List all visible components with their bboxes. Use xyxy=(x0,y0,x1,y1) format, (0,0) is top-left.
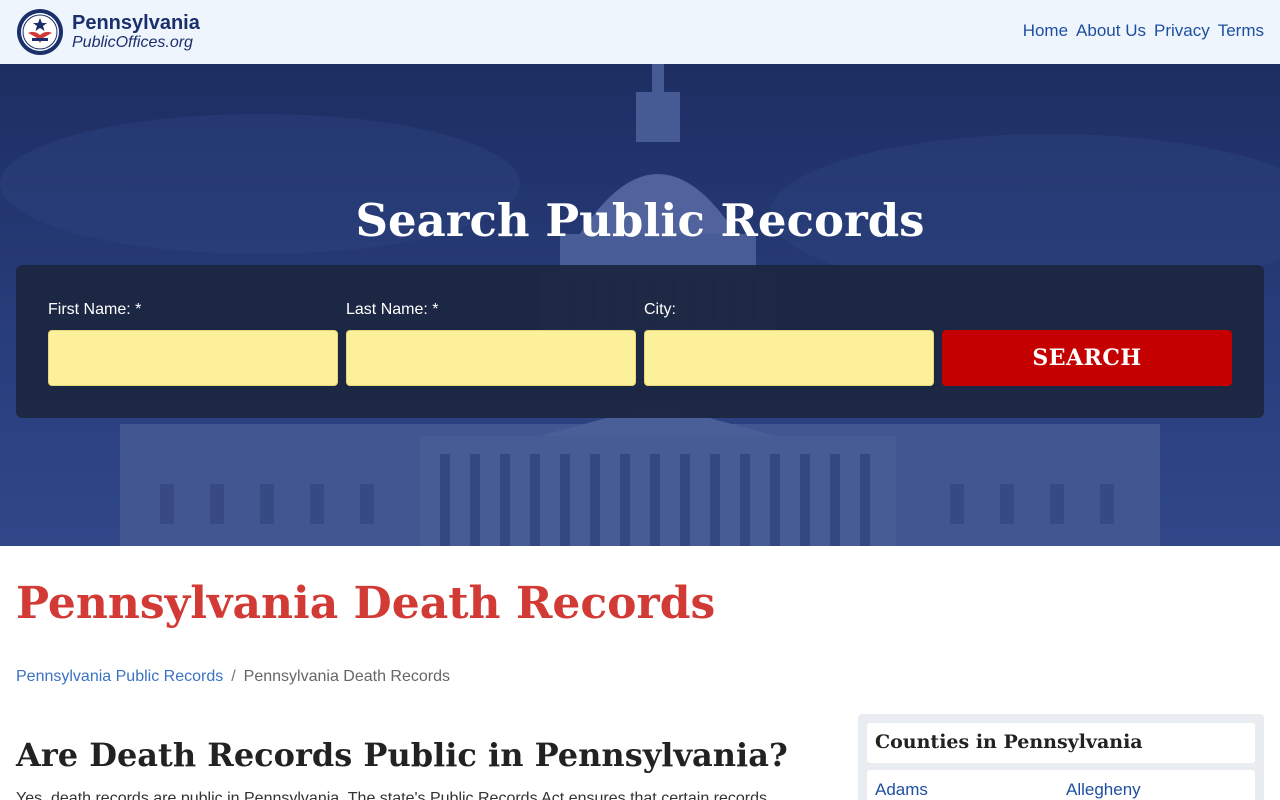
intro-paragraph: Yes, death records are public in Pennsyl… xyxy=(16,790,781,800)
search-button[interactable]: SEARCH xyxy=(942,330,1232,386)
last-name-label-text: Last Name: xyxy=(346,301,428,318)
first-name-label: First Name: * xyxy=(48,301,141,319)
required-mark: * xyxy=(135,301,142,318)
counties-sidebar: Counties in Pennsylvania Adams Allegheny xyxy=(858,714,1264,800)
breadcrumb-current: Pennsylvania Death Records xyxy=(243,668,451,685)
county-link-allegheny[interactable]: Allegheny xyxy=(1066,780,1141,800)
last-name-input[interactable] xyxy=(346,330,636,386)
first-name-input[interactable] xyxy=(48,330,338,386)
sidebar-title: Counties in Pennsylvania xyxy=(875,731,1143,753)
main-nav: Home About Us Privacy Terms xyxy=(1023,21,1264,41)
nav-privacy-link[interactable]: Privacy xyxy=(1154,21,1210,41)
breadcrumb: Pennsylvania Public Records / Pennsylvan… xyxy=(16,668,450,686)
site-logo[interactable] xyxy=(16,8,64,56)
nav-terms-link[interactable]: Terms xyxy=(1218,21,1264,41)
sidebar-header: Counties in Pennsylvania xyxy=(867,723,1255,763)
city-label-text: City: xyxy=(644,301,676,318)
breadcrumb-parent-link[interactable]: Pennsylvania Public Records xyxy=(16,668,223,686)
brand[interactable]: Pennsylvania PublicOffices.org xyxy=(72,12,200,52)
breadcrumb-separator: / xyxy=(231,668,236,685)
city-input[interactable] xyxy=(644,330,934,386)
brand-subtitle: PublicOffices.org xyxy=(72,34,193,51)
county-link-adams[interactable]: Adams xyxy=(875,780,928,800)
city-label: City: xyxy=(644,301,676,319)
nav-home-link[interactable]: Home xyxy=(1023,21,1068,41)
required-mark: * xyxy=(432,301,439,318)
nav-about-link[interactable]: About Us xyxy=(1076,21,1146,41)
hero-title: Search Public Records xyxy=(355,194,925,247)
search-form: First Name: * Last Name: * City: SEARCH xyxy=(16,265,1264,418)
last-name-label: Last Name: * xyxy=(346,301,439,319)
public-offices-seal-icon xyxy=(17,9,63,55)
page-title: Pennsylvania Death Records xyxy=(16,578,716,629)
site-header: Pennsylvania PublicOffices.org Home Abou… xyxy=(0,0,1280,64)
hero-section: Search Public Records First Name: * Last… xyxy=(0,64,1280,546)
first-name-label-text: First Name: xyxy=(48,301,131,318)
county-list: Adams Allegheny xyxy=(867,770,1255,800)
section-title: Are Death Records Public in Pennsylvania… xyxy=(16,736,788,774)
brand-name: Pennsylvania xyxy=(72,12,200,34)
